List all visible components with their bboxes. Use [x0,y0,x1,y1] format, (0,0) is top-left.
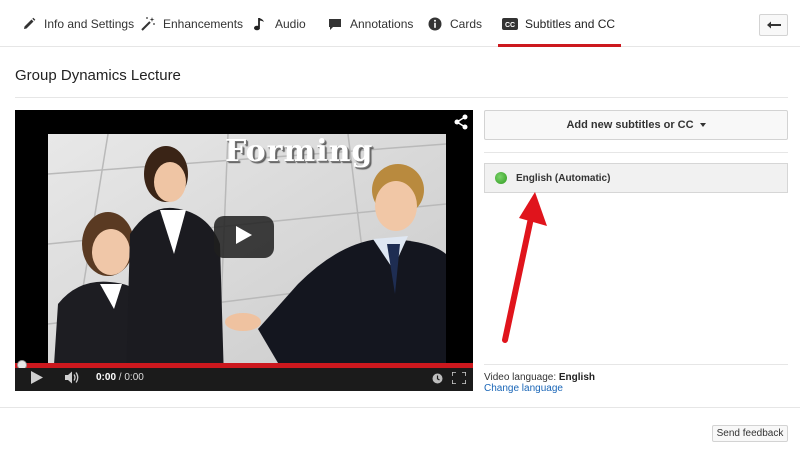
tab-annotations[interactable]: Annotations [327,0,413,47]
speech-bubble-icon [327,16,343,32]
page-title: Group Dynamics Lecture [15,67,181,84]
duration: 0:00 [124,372,144,383]
change-language-link[interactable]: Change language [484,383,563,394]
watch-later-button[interactable] [432,371,443,388]
tab-cards[interactable]: Cards [427,0,482,47]
fullscreen-button[interactable] [451,370,467,389]
back-button[interactable] [759,14,788,36]
tab-info-and-settings[interactable]: Info and Settings [21,0,134,47]
tab-label: Annotations [350,16,414,31]
tab-label: Cards [450,16,483,31]
tab-label: Audio [275,16,306,31]
play-icon [31,370,43,389]
volume-icon [65,371,81,389]
arrow-left-icon [766,16,781,34]
video-language-label: Video language: [484,372,559,383]
play-icon [236,225,252,249]
tab-label: Subtitles and CC [525,16,616,31]
tab-enhancements[interactable]: Enhancements [140,0,243,47]
clock-icon [432,371,443,389]
video-player[interactable]: Forming 0:00 / 0:00 [15,110,473,391]
pencil-icon [21,16,37,32]
video-caption-overlay: Forming [225,134,374,169]
divider [15,97,788,98]
video-language: Video language: English [484,372,595,383]
cc-icon: CC [502,16,518,32]
player-controls: 0:00 / 0:00 [15,368,473,391]
add-subtitles-label: Add new subtitles or CC [566,119,694,131]
current-time: 0:00 [96,372,117,383]
annotation-arrow [502,192,547,343]
music-note-icon [252,16,268,32]
play-overlay-button[interactable] [214,216,274,258]
video-language-value: English [558,372,596,383]
tab-audio[interactable]: Audio [252,0,306,47]
subtitle-track-label: English (Automatic) [516,172,611,184]
divider [0,407,800,408]
send-feedback-button[interactable]: Send feedback [712,425,788,442]
fullscreen-icon [451,370,467,389]
add-subtitles-button[interactable]: Add new subtitles or CC [484,110,788,140]
magic-wand-icon [140,16,156,32]
share-icon[interactable] [453,114,469,130]
published-status-icon [495,172,507,184]
tab-label: Info and Settings [44,16,135,31]
tab-label: Enhancements [163,16,244,31]
svg-text:CC: CC [505,21,515,28]
tab-subtitles-and-cc[interactable]: CC Subtitles and CC [497,0,622,47]
tab-bar: Info and Settings Enhancements Audio Ann… [0,0,800,47]
info-circle-icon [427,16,443,32]
time-display: 0:00 / 0:00 [96,372,144,383]
divider [484,364,788,365]
subtitle-track-row[interactable]: English (Automatic) [484,163,788,193]
volume-button[interactable] [65,371,81,388]
caret-down-icon [699,123,706,127]
divider [484,152,788,153]
play-button[interactable] [31,370,43,389]
